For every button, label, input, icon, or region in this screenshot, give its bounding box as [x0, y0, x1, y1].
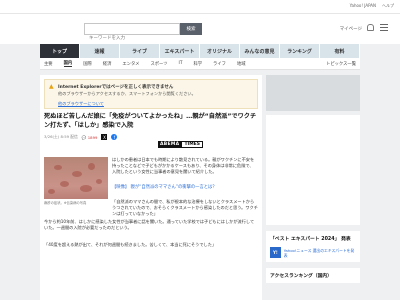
main-nav-top[interactable]: トップ: [40, 44, 80, 58]
top-utility-bar: Yahoo! JAPAN ヘルプ: [0, 0, 400, 14]
main-nav-breaking[interactable]: 速報: [80, 44, 120, 58]
article-quote-2: 「40度を超える熱が出て、それが何週間も続きました。苦しくて、本当に死にそうでし…: [44, 242, 217, 247]
main-nav: トップ 速報 ライブ エキスパート オリジナル みんなの意見 ランキング 有料: [40, 44, 360, 58]
main-nav-expert[interactable]: エキスパート: [160, 44, 200, 58]
expert-card[interactable]: 「ベスト エキスパート 2024」 発表 Y! Yahoo!ニュース 選出のエキ…: [266, 231, 360, 262]
utility-link-help[interactable]: ヘルプ: [382, 3, 394, 9]
topics-list-link[interactable]: トピックス一覧: [326, 61, 360, 67]
article-content: ▲ Internet Explorerではページを正しく表示できません 他のブラ…: [40, 75, 262, 300]
expert-card-row: Y! Yahoo!ニュース 選出のエキスパートを発表: [270, 247, 356, 258]
article-paragraph-2: 今から約10年前、はしかに感染した女性が当事者に話を聞いた。通っていた学校では子…: [44, 219, 255, 231]
comment-count-value: 1899: [87, 134, 98, 140]
article-headline: 死ぬほど苦しんだ娘に「免疫がついてよかったね」…親が“自然派”でワクチン打たず、…: [44, 113, 257, 129]
article-photo[interactable]: [44, 157, 108, 199]
logo-search-row: 検索 マイページ: [0, 14, 400, 44]
category-life[interactable]: ライフ: [213, 61, 226, 67]
browser-notice: ▲ Internet Explorerではページを正しく表示できません 他のブラ…: [44, 79, 258, 109]
comment-count[interactable]: 💬 1899: [82, 135, 98, 140]
mypage-link[interactable]: マイページ: [340, 26, 362, 32]
bell-icon[interactable]: [367, 24, 374, 31]
article-paragraph: はしかの患者は日本でも時期により散見されている。親がワクチンに不安を持ったことな…: [112, 157, 255, 175]
photo-caption: 麻疹の症状。※伝染病の写真: [44, 201, 87, 205]
category-world[interactable]: 国際: [83, 61, 92, 67]
category-it[interactable]: IT: [179, 61, 183, 66]
article-quote: 「自然派のママさんの間で、私が根本的な治療をしないとクラスメートからうつされてい…: [112, 199, 258, 217]
category-local[interactable]: 地域: [237, 61, 246, 67]
search-box[interactable]: [84, 23, 180, 44]
source-logo-times: TIMES: [181, 141, 203, 148]
ranking-title: アクセスランキング（国内）: [266, 268, 360, 283]
source-logo-abema: ABEMA: [158, 141, 182, 148]
source-logo[interactable]: ABEMA TIMES: [158, 141, 203, 148]
publish-date: 3/26(土) 8:59 配信: [44, 134, 78, 139]
expert-card-title: 「ベスト エキスパート 2024」 発表: [270, 237, 351, 242]
x-share-icon[interactable]: X: [101, 134, 108, 140]
sidebar: 「ベスト エキスパート 2024」 発表 Y! Yahoo!ニュース 選出のエキ…: [266, 75, 360, 300]
category-sports[interactable]: スポーツ: [150, 61, 167, 67]
search-button[interactable]: 検索: [180, 23, 202, 35]
notice-link[interactable]: 他のブラウザーについて: [58, 101, 104, 107]
utility-link-yahoo[interactable]: Yahoo! JAPAN: [350, 3, 376, 9]
category-main[interactable]: 主要: [44, 61, 53, 67]
warning-icon: ▲: [49, 83, 54, 90]
main-nav-original[interactable]: オリジナル: [200, 44, 240, 58]
search-input[interactable]: [85, 33, 179, 44]
category-nav: 主要 国内 国際 経済 エンタメ スポーツ IT 科学 ライフ 地域 トピックス…: [40, 58, 360, 70]
category-economy[interactable]: 経済: [103, 61, 112, 67]
main-nav-live[interactable]: ライブ: [120, 44, 160, 58]
ad-placeholder: [266, 75, 360, 111]
notice-title: Internet Explorerではページを正しく表示できません: [58, 85, 174, 90]
main-nav-opinions[interactable]: みんなの意見: [240, 44, 280, 58]
category-entertainment[interactable]: エンタメ: [122, 61, 139, 67]
sidebar-blank: [266, 115, 360, 225]
facebook-share-icon[interactable]: f: [111, 134, 118, 140]
menu-icon[interactable]: [380, 24, 388, 31]
notice-body: 他のブラウザーからアクセスするか、スマートフォンから閲覧ください。: [58, 91, 196, 96]
yahoo-badge-icon: Y!: [270, 247, 281, 258]
category-domestic[interactable]: 国内: [63, 60, 73, 67]
expert-card-link[interactable]: Yahoo!ニュース 選出のエキスパートを発表: [284, 248, 356, 258]
main-nav-paid[interactable]: 有料: [320, 44, 360, 58]
category-science[interactable]: 科学: [193, 61, 202, 67]
utility-links: Yahoo! JAPAN ヘルプ: [350, 3, 394, 9]
main-nav-ranking[interactable]: ランキング: [280, 44, 320, 58]
article-meta: 3/26(土) 8:59 配信 💬 1899 X f: [44, 134, 258, 140]
video-link[interactable]: 【映像】 親が“自然派のママさん”の衝撃の一言とは？: [112, 185, 256, 191]
